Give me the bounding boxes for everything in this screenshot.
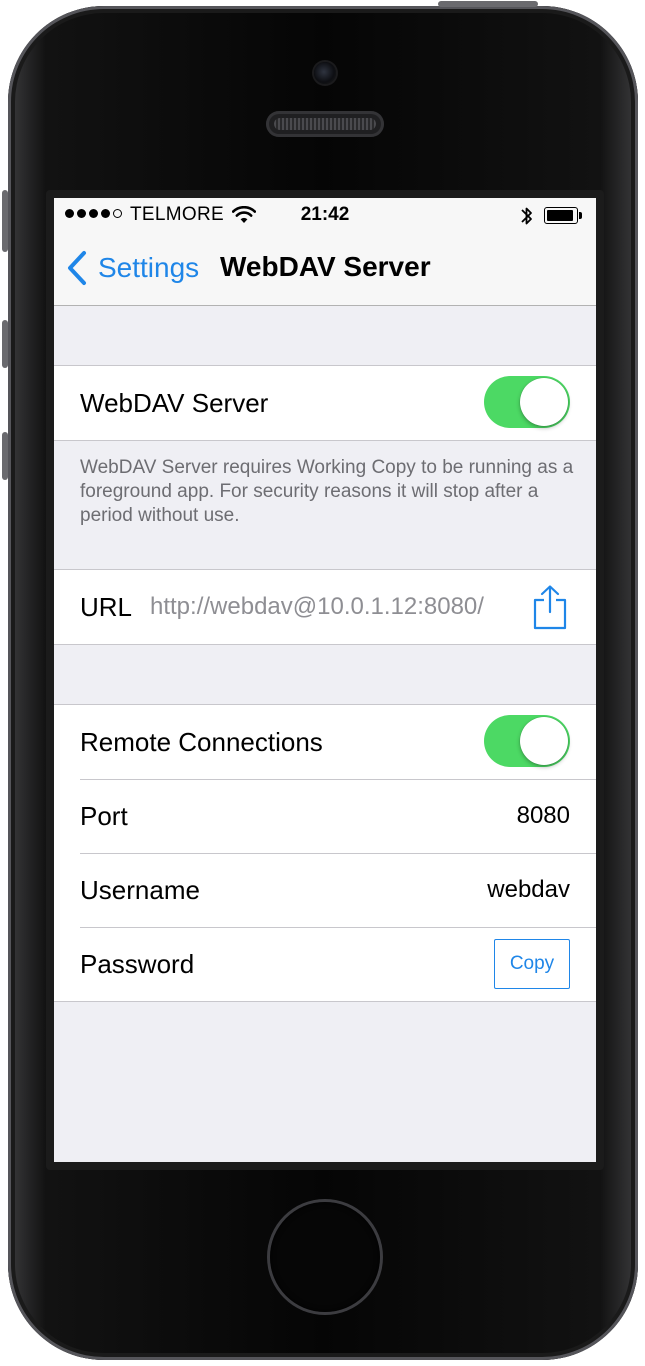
- remote-connections-toggle[interactable]: [484, 715, 570, 767]
- back-button[interactable]: Settings: [66, 250, 199, 286]
- url-value: http://webdav@10.0.1.12:8080/: [150, 593, 484, 620]
- url-row: URL http://webdav@10.0.1.12:8080/: [54, 570, 596, 644]
- battery-icon: [544, 207, 582, 224]
- password-row: Password Copy: [54, 927, 596, 1001]
- volume-down-button: [2, 432, 8, 480]
- navigation-bar: Settings WebDAV Server: [54, 234, 596, 306]
- remote-group: Remote Connections Port 8080 Username we…: [54, 704, 596, 1002]
- port-row[interactable]: Port 8080: [54, 779, 596, 853]
- earpiece-speaker: [266, 111, 384, 137]
- password-label: Password: [80, 949, 195, 979]
- back-chevron-icon: [68, 251, 86, 285]
- webdav-server-label: WebDAV Server: [80, 388, 269, 418]
- port-label: Port: [80, 801, 128, 831]
- copy-password-button[interactable]: Copy: [494, 939, 570, 989]
- url-label: URL: [80, 592, 133, 622]
- share-icon[interactable]: [530, 584, 570, 630]
- status-bar: TELMORE 21:42: [54, 198, 596, 234]
- toggle-knob: [520, 717, 568, 765]
- volume-up-button: [2, 320, 8, 368]
- toggle-knob: [520, 378, 568, 426]
- remote-connections-row: Remote Connections: [54, 705, 596, 779]
- front-camera: [314, 62, 336, 84]
- mute-switch: [2, 190, 8, 252]
- screen: TELMORE 21:42 Settings WebDAV Server Web…: [54, 198, 596, 1162]
- server-footer-note: WebDAV Server requires Working Copy to b…: [80, 457, 574, 526]
- port-value: 8080: [516, 802, 570, 829]
- username-row[interactable]: Username webdav: [54, 853, 596, 927]
- username-value: webdav: [487, 876, 570, 903]
- webdav-server-row: WebDAV Server: [54, 366, 596, 440]
- back-button-label: Settings: [98, 252, 200, 283]
- home-button[interactable]: [270, 1202, 380, 1312]
- webdav-server-toggle[interactable]: [484, 376, 570, 428]
- server-toggle-group: WebDAV Server: [54, 365, 596, 441]
- status-time: 21:42: [300, 204, 350, 225]
- page-title: WebDAV Server: [220, 251, 431, 282]
- username-label: Username: [80, 875, 200, 905]
- remote-connections-label: Remote Connections: [80, 727, 323, 757]
- bluetooth-icon: [521, 207, 532, 225]
- power-button: [438, 1, 538, 7]
- url-group: URL http://webdav@10.0.1.12:8080/: [54, 569, 596, 645]
